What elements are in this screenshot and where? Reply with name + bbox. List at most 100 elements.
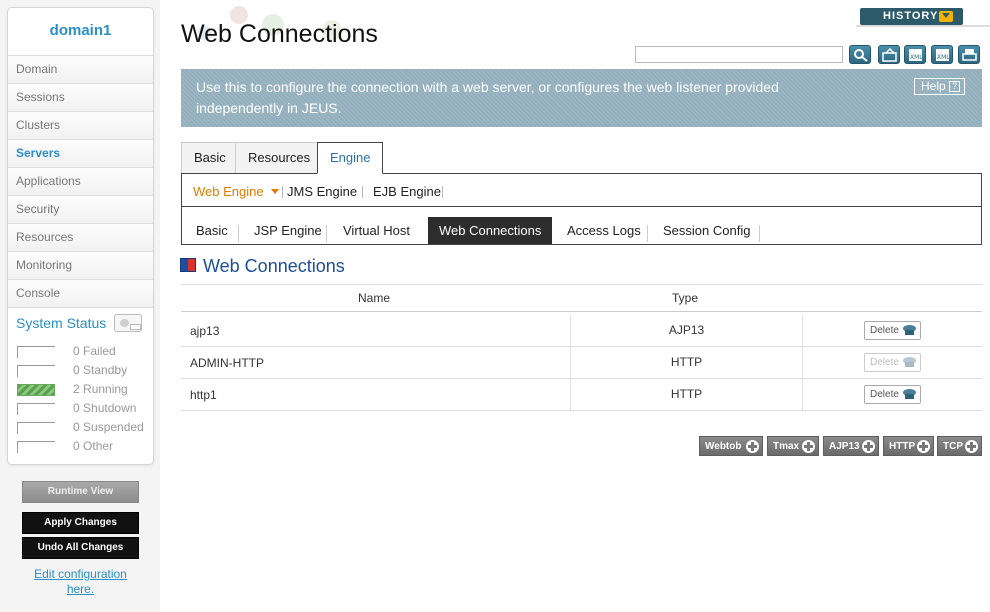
subsubtab-access-logs[interactable]: Access Logs [556,217,652,244]
nav-resources[interactable]: Resources [8,224,153,252]
status-bar-other [17,441,55,453]
delete-button[interactable]: Delete [864,321,921,340]
nav-servers[interactable]: Servers [8,140,153,168]
separator [442,186,443,198]
connection-type: HTTP [570,379,803,410]
separator [362,186,363,198]
add-tcp-button[interactable]: TCP [937,436,982,456]
tab-resources[interactable]: Resources [235,142,324,174]
section-flag-icon [180,258,196,272]
help-label: Help [921,79,946,93]
delete-button[interactable]: Delete [864,385,921,404]
nav-console[interactable]: Console [8,280,153,308]
add-webtob-button[interactable]: Webtob [699,436,763,456]
nav-monitoring[interactable]: Monitoring [8,252,153,280]
subsubtab-jsp-engine[interactable]: JSP Engine [243,217,333,244]
add-ajp13-button[interactable]: AJP13 [823,436,879,456]
info-text: Use this to configure the connection wit… [196,79,779,116]
print-icon [962,49,977,61]
separator [326,225,327,242]
nav-security[interactable]: Security [8,196,153,224]
subsubtab-web-connections[interactable]: Web Connections [428,217,553,244]
nav-clusters[interactable]: Clusters [8,112,153,140]
add-button-label: HTTP [889,441,916,452]
info-banner: Use this to configure the connection wit… [181,69,982,127]
delete-label: Delete [870,325,899,336]
history-button[interactable]: HISTORY [860,8,963,25]
tab-basic[interactable]: Basic [181,142,239,174]
status-row-standby: 0 Standby [8,361,153,380]
page-title: Web Connections [181,20,378,48]
table-row: ADMIN-HTTP HTTP Delete [181,347,982,379]
subtab-jms-engine[interactable]: JMS Engine [287,184,357,199]
edit-configuration-link[interactable]: Edit configuration here. [22,567,139,597]
status-row-failed: 0 Failed [8,342,153,361]
subsubtab-basic[interactable]: Basic [185,217,239,244]
chevron-down-icon [939,11,953,22]
runtime-view-button[interactable]: Runtime View [22,481,139,503]
subtab-web-engine[interactable]: Web Engine [193,184,279,199]
help-button[interactable]: Help ? [914,78,965,95]
subsubtab-virtual-host[interactable]: Virtual Host [332,217,421,244]
connection-name: ADMIN-HTTP [190,356,264,370]
plus-icon [802,440,815,453]
status-row-running: 2 Running [8,380,153,399]
status-count: 0 [73,344,80,358]
delete-label: Delete [870,357,899,368]
status-count: 0 [73,420,80,434]
status-bar-standby [17,365,55,377]
plus-icon [917,440,930,453]
import-xml-button[interactable]: XML [931,45,953,64]
caret-down-icon [270,189,279,194]
header-divider [856,25,990,27]
monitor-icon[interactable] [114,314,142,332]
status-count: 0 [73,363,80,377]
plus-icon [862,440,875,453]
separator [647,225,648,242]
connection-name: ajp13 [190,324,220,338]
status-bar-suspended [17,422,55,434]
column-header-type: Type [672,291,699,305]
search-button[interactable] [849,45,871,64]
navigation-panel: domain1 Domain Sessions Clusters Servers… [7,7,154,465]
status-count: 2 [73,382,80,396]
refresh-button[interactable] [878,45,900,64]
section-title: Web Connections [203,256,345,276]
svg-text:XML: XML [910,54,923,61]
nav-applications[interactable]: Applications [8,168,153,196]
history-label: HISTORY [883,10,939,22]
print-button[interactable] [958,45,980,64]
database-icon [903,389,916,400]
nav-domain[interactable]: Domain [8,56,153,84]
subtab-ejb-engine[interactable]: EJB Engine [373,184,441,199]
status-label: Suspended [83,420,144,434]
search-input[interactable] [635,46,843,63]
add-tmax-button[interactable]: Tmax [767,436,819,456]
add-button-label: AJP13 [829,441,860,452]
add-button-label: Webtob [705,441,742,452]
status-count: 0 [73,439,80,453]
connection-type: HTTP [570,347,803,378]
add-button-label: TCP [943,441,963,452]
add-button-label: Tmax [773,441,800,452]
subsubtab-session-config[interactable]: Session Config [652,217,761,244]
tab-engine[interactable]: Engine [317,142,384,174]
status-bar-running [17,384,55,396]
add-http-button[interactable]: HTTP [883,436,934,456]
status-bar-failed [17,346,55,358]
status-row-suspended: 0 Suspended [8,418,153,437]
subtab-label: Web Engine [193,184,264,199]
status-label: Failed [83,344,116,358]
domain-title[interactable]: domain1 [8,8,153,56]
connection-type: AJP13 [570,315,803,346]
column-header-name: Name [358,291,391,305]
separator [238,225,239,242]
apply-changes-button[interactable]: Apply Changes [22,512,139,534]
status-bar-shutdown [17,403,55,415]
undo-all-changes-button[interactable]: Undo All Changes [22,537,139,559]
system-status-list: 0 Failed 0 Standby 2 Running 0 Shutdown … [8,338,153,456]
nav-sessions[interactable]: Sessions [8,84,153,112]
status-label: Running [83,382,128,396]
connection-name: http1 [190,388,217,402]
export-xml-button[interactable]: XML [904,45,926,64]
